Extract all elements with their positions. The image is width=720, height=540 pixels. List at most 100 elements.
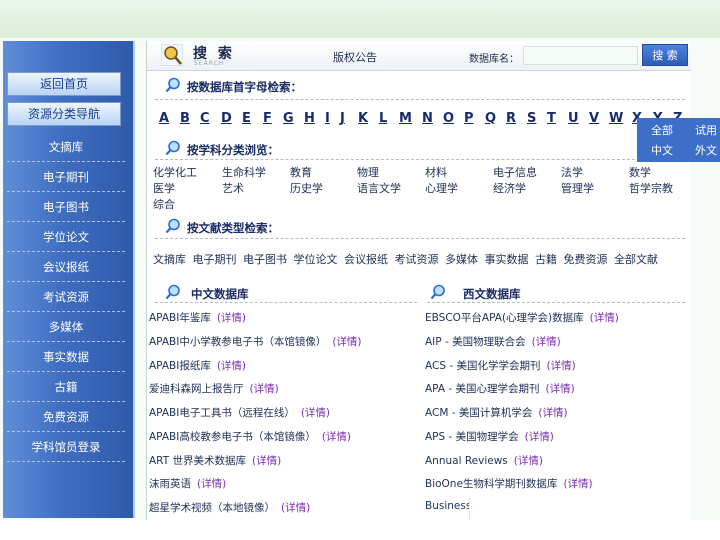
detail-link[interactable]: (详情) (525, 431, 554, 443)
copyright-notice-link[interactable]: 版权公告 (333, 49, 377, 65)
subject-link[interactable]: 教育 (290, 164, 312, 180)
sidebar-item-ebooks[interactable]: 电子图书 (7, 192, 125, 222)
scope-all[interactable]: 全部 (651, 122, 673, 138)
detail-link[interactable]: (详情) (197, 478, 226, 490)
letter-link[interactable]: F (263, 111, 272, 126)
type-link[interactable]: 全部文献 (614, 253, 658, 266)
subject-link[interactable]: 艺术 (222, 180, 244, 196)
type-link[interactable]: 电子期刊 (193, 253, 237, 266)
type-link[interactable]: 考试资源 (395, 253, 439, 266)
type-link[interactable]: 文摘库 (153, 253, 186, 266)
letter-link[interactable]: G (283, 111, 294, 126)
db-link[interactable]: ART 世界美术数据库 (149, 455, 246, 467)
type-link[interactable]: 免费资源 (564, 253, 608, 266)
letter-link[interactable]: V (589, 111, 599, 126)
letter-link[interactable]: H (304, 111, 315, 126)
sidebar-item-conferences[interactable]: 会议报纸 (7, 252, 125, 282)
letter-link[interactable]: B (180, 111, 190, 126)
subject-link[interactable]: 化学化工 (153, 164, 197, 180)
letter-link[interactable]: M (399, 111, 412, 126)
letter-link[interactable]: L (379, 111, 387, 126)
db-link[interactable]: Business (425, 500, 471, 512)
db-link[interactable]: APABI中小学教参电子书（本馆镜像） (149, 336, 326, 348)
letter-link[interactable]: Q (485, 111, 496, 126)
db-link[interactable]: ACS - 美国化学学会期刊 (425, 360, 540, 372)
letter-link[interactable]: T (547, 111, 556, 126)
type-link[interactable]: 多媒体 (445, 253, 478, 266)
type-link[interactable]: 会议报纸 (344, 253, 388, 266)
detail-link[interactable]: (详情) (563, 478, 592, 490)
detail-link[interactable]: (详情) (281, 502, 310, 514)
resource-nav-button[interactable]: 资源分类导航 (7, 102, 121, 126)
subject-link[interactable]: 电子信息 (493, 164, 537, 180)
letter-link[interactable]: E (242, 111, 251, 126)
db-name-input[interactable] (523, 46, 638, 65)
sidebar-item-free[interactable]: 免费资源 (7, 402, 125, 432)
search-button[interactable]: 搜 索 (642, 44, 688, 66)
db-link[interactable]: 沫雨英语 (149, 478, 191, 490)
detail-link[interactable]: (详情) (514, 455, 543, 467)
detail-link[interactable]: (详情) (532, 336, 561, 348)
subject-link[interactable]: 管理学 (561, 180, 594, 196)
letter-link[interactable]: D (221, 111, 232, 126)
subject-link[interactable]: 哲学宗教 (629, 180, 673, 196)
letter-link[interactable]: J (340, 111, 345, 126)
subject-link[interactable]: 历史学 (290, 180, 323, 196)
letter-link[interactable]: A (159, 111, 169, 126)
db-link[interactable]: APABI年鉴库 (149, 312, 211, 324)
detail-link[interactable]: (详情) (332, 336, 361, 348)
letter-link[interactable]: N (422, 111, 433, 126)
sidebar-item-abstracts[interactable]: 文摘库 (7, 132, 125, 162)
db-link[interactable]: Annual Reviews (425, 455, 508, 467)
letter-link[interactable]: R (506, 111, 516, 126)
db-link[interactable]: APA - 美国心理学会期刊 (425, 383, 540, 395)
scope-trial[interactable]: 试用 (695, 122, 717, 138)
detail-link[interactable]: (详情) (546, 360, 575, 372)
db-link[interactable]: APABI高校教参电子书（本馆镜像） (149, 431, 316, 443)
sidebar-item-ejournals[interactable]: 电子期刊 (7, 162, 125, 192)
db-link[interactable]: 超星学术视频（本地镜像） (149, 502, 275, 514)
db-link[interactable]: ACM - 美国计算机学会 (425, 407, 532, 419)
subject-link[interactable]: 心理学 (425, 180, 458, 196)
db-link[interactable]: BioOne生物科学期刊数据库 (425, 478, 557, 490)
db-link[interactable]: APS - 美国物理学会 (425, 431, 519, 443)
sidebar-item-theses[interactable]: 学位论文 (7, 222, 125, 252)
detail-link[interactable]: (详情) (546, 383, 575, 395)
db-link[interactable]: AIP - 美国物理联合会 (425, 336, 526, 348)
letter-link[interactable]: C (200, 111, 210, 126)
scope-chinese[interactable]: 中文 (651, 142, 673, 158)
letter-link[interactable]: U (568, 111, 579, 126)
home-button[interactable]: 返回首页 (7, 72, 121, 96)
type-link[interactable]: 古籍 (535, 253, 557, 266)
subject-link[interactable]: 材料 (425, 164, 447, 180)
scope-foreign[interactable]: 外文 (695, 142, 717, 158)
letter-link[interactable]: I (325, 111, 330, 126)
detail-link[interactable]: (详情) (322, 431, 351, 443)
letter-link[interactable]: S (527, 111, 536, 126)
sidebar-item-librarian-login[interactable]: 学科馆员登录 (7, 432, 125, 462)
sidebar-item-multimedia[interactable]: 多媒体 (7, 312, 125, 342)
subject-link[interactable]: 医学 (153, 180, 175, 196)
type-link[interactable]: 学位论文 (294, 253, 338, 266)
detail-link[interactable]: (详情) (217, 360, 246, 372)
detail-link[interactable]: (详情) (301, 407, 330, 419)
type-link[interactable]: 事实数据 (485, 253, 529, 266)
subject-link[interactable]: 语言文学 (357, 180, 401, 196)
letter-link[interactable]: P (464, 111, 474, 126)
subject-link[interactable]: 数学 (629, 164, 651, 180)
subject-link[interactable]: 法学 (561, 164, 583, 180)
detail-link[interactable]: (详情) (252, 455, 281, 467)
letter-link[interactable]: W (609, 111, 623, 126)
db-link[interactable]: APABI报纸库 (149, 360, 211, 372)
db-link[interactable]: 爱迪科森网上报告厅 (149, 383, 244, 395)
letter-link[interactable]: K (358, 111, 368, 126)
subject-link[interactable]: 物理 (357, 164, 379, 180)
db-link[interactable]: EBSCO平台APA(心理学会)数据库 (425, 312, 584, 324)
subject-link[interactable]: 生命科学 (222, 164, 266, 180)
subject-link[interactable]: 综合 (153, 196, 175, 212)
detail-link[interactable]: (详情) (590, 312, 619, 324)
subject-link[interactable]: 经济学 (493, 180, 526, 196)
letter-link[interactable]: O (443, 111, 454, 126)
detail-link[interactable]: (详情) (538, 407, 567, 419)
sidebar-item-factdata[interactable]: 事实数据 (7, 342, 125, 372)
